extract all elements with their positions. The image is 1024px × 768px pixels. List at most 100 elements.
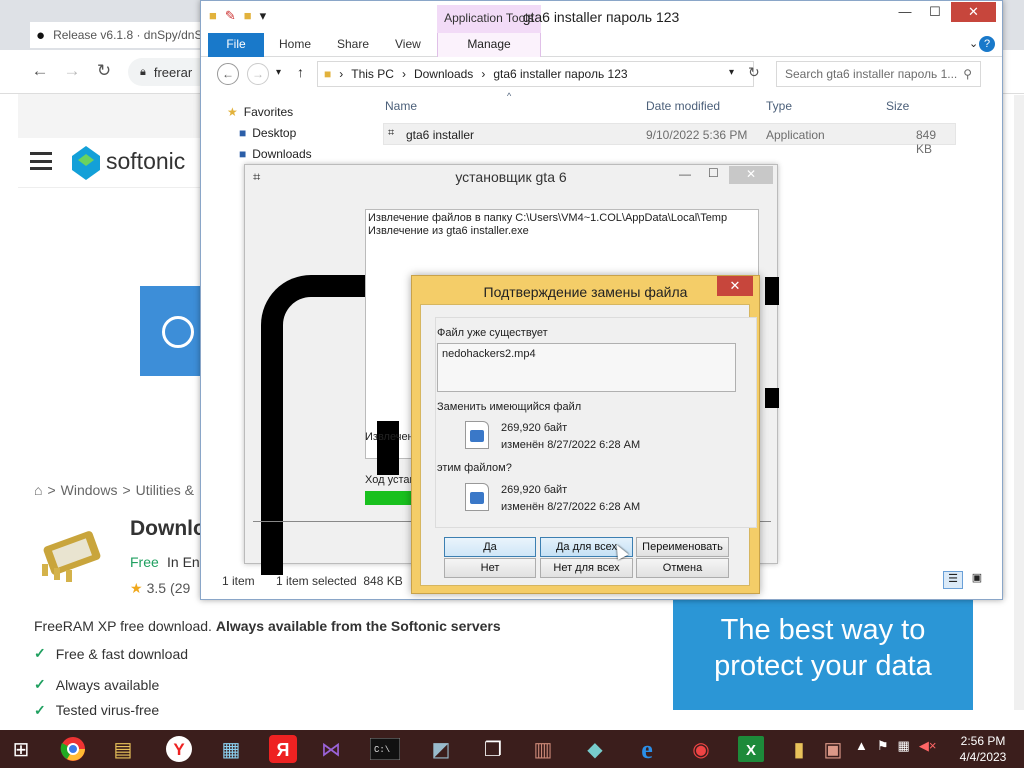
- clock[interactable]: 2:56 PM 4/4/2023: [950, 733, 1016, 765]
- column-size[interactable]: Size: [886, 99, 909, 113]
- graphic-bar: [765, 277, 779, 305]
- task-view-icon[interactable]: ❐: [476, 732, 510, 766]
- breadcrumb-utilities[interactable]: Utilities &: [136, 482, 194, 498]
- feature-item: ✓ Tested virus-free: [34, 704, 159, 716]
- promo-badge: [140, 286, 204, 376]
- no-button[interactable]: Нет: [444, 558, 536, 578]
- feature-item: ✓ Always available: [34, 676, 160, 693]
- up-arrow-icon[interactable]: ↑: [297, 64, 304, 80]
- status-selected: 1 item selected 848 KB: [276, 574, 403, 588]
- yandex-browser-icon[interactable]: Y: [162, 732, 196, 766]
- tab-share[interactable]: Share: [337, 37, 369, 51]
- address-dropdown-icon[interactable]: ▾: [729, 67, 734, 78]
- details-view-icon[interactable]: ☰: [943, 571, 963, 589]
- rename-button[interactable]: Переименовать: [636, 537, 729, 557]
- yandex-disk-icon[interactable]: ◉: [684, 732, 718, 766]
- nav-desktop[interactable]: ■ Desktop: [239, 126, 296, 140]
- column-type[interactable]: Type: [766, 99, 792, 113]
- application-icon: ⌗: [388, 127, 395, 139]
- back-icon[interactable]: ←: [30, 61, 50, 81]
- advertisement-banner[interactable]: The best way to protect your data: [673, 600, 973, 710]
- reload-icon[interactable]: ↻: [94, 61, 114, 81]
- flag-icon[interactable]: ⚑: [877, 738, 889, 754]
- tab-home[interactable]: Home: [279, 37, 311, 51]
- sort-ascending-icon: ^: [507, 91, 512, 101]
- network-app-icon[interactable]: ▦: [214, 732, 248, 766]
- rating: ★ 3.5 (29: [130, 580, 190, 597]
- file-row[interactable]: ⌗ gta6 installer 9/10/2022 5:36 PM Appli…: [383, 123, 956, 156]
- firewall-icon[interactable]: ▥: [526, 732, 560, 766]
- new-size: 269,920 байт: [501, 484, 568, 496]
- address-bar[interactable]: ■ › This PC › Downloads › gta6 installer…: [317, 61, 754, 87]
- performance-monitor-icon[interactable]: ◩: [424, 732, 458, 766]
- cancel-button[interactable]: Отмена: [636, 558, 729, 578]
- existing-modified: изменён 8/27/2022 6:28 AM: [501, 439, 641, 451]
- breadcrumb-this-pc[interactable]: This PC: [351, 67, 394, 81]
- notepad-icon[interactable]: ◆: [578, 732, 612, 766]
- search-icon: ⚲: [963, 67, 972, 81]
- browser-tab[interactable]: ● Release v6.1.8 · dnSpy/dnS: [30, 22, 210, 48]
- show-hidden-icons-icon[interactable]: ▲: [855, 738, 868, 754]
- tab-manage[interactable]: Manage: [437, 33, 541, 57]
- home-icon[interactable]: ⌂: [34, 482, 42, 498]
- help-icon[interactable]: ?: [979, 36, 995, 52]
- rating-value: 3.5: [146, 580, 167, 596]
- column-date-modified[interactable]: Date modified: [646, 99, 720, 113]
- ribbon-tabs: [201, 33, 1002, 57]
- chevron-down-icon[interactable]: ▾: [260, 8, 267, 24]
- file-explorer-icon[interactable]: ▤: [106, 732, 140, 766]
- search-input[interactable]: Search gta6 installer пароль 1... ⚲: [776, 61, 981, 87]
- svg-text:e: e: [641, 735, 653, 763]
- forward-icon[interactable]: →: [62, 61, 82, 81]
- no-to-all-button[interactable]: Нет для всех: [540, 558, 633, 578]
- nav-downloads[interactable]: ■ Downloads: [239, 147, 312, 161]
- archive-icon[interactable]: ▮: [782, 732, 816, 766]
- folder-icon[interactable]: ■: [209, 8, 217, 24]
- search-placeholder: Search gta6 installer пароль 1...: [785, 67, 958, 81]
- minimize-icon[interactable]: —: [679, 167, 691, 181]
- tab-view[interactable]: View: [395, 37, 421, 51]
- installer-taskbar-icon[interactable]: ▣: [816, 732, 850, 766]
- file-size: 849 KB: [916, 128, 937, 156]
- cmd-icon[interactable]: C:\: [368, 732, 402, 766]
- yandex-icon[interactable]: Я: [266, 732, 300, 766]
- chrome-icon[interactable]: [56, 732, 90, 766]
- maximize-icon[interactable]: ☐: [708, 166, 719, 180]
- yes-button[interactable]: Да: [444, 537, 536, 557]
- properties-icon[interactable]: ✎: [225, 8, 236, 24]
- star-icon: ★: [227, 105, 238, 119]
- browser-scrollbar[interactable]: [1014, 95, 1024, 710]
- volume-muted-icon[interactable]: ◀×: [919, 738, 937, 754]
- price-label: Free: [130, 554, 159, 570]
- close-icon[interactable]: ✕: [729, 166, 773, 184]
- close-icon[interactable]: ✕: [951, 2, 996, 22]
- maximize-icon[interactable]: ☐: [921, 3, 949, 23]
- network-icon[interactable]: ▦: [898, 738, 910, 754]
- breadcrumb-windows[interactable]: Windows: [61, 482, 118, 498]
- tab-file[interactable]: File: [208, 33, 264, 57]
- close-icon[interactable]: ✕: [717, 276, 753, 296]
- nav-favorites[interactable]: ★ Favorites: [227, 105, 293, 119]
- badge-icon: [162, 316, 194, 348]
- forward-arrow-icon[interactable]: →: [247, 63, 269, 85]
- excel-icon[interactable]: X: [734, 732, 768, 766]
- recent-locations-icon[interactable]: ▾: [276, 67, 281, 78]
- minimize-icon[interactable]: —: [891, 3, 919, 23]
- column-name[interactable]: Name: [385, 99, 417, 113]
- ribbon-expand-icon[interactable]: ⌄: [969, 37, 978, 50]
- graphic-block: [377, 421, 399, 475]
- breadcrumb-downloads[interactable]: Downloads: [414, 67, 473, 81]
- hamburger-menu-icon[interactable]: [30, 152, 52, 170]
- with-label: этим файлом?: [437, 462, 512, 474]
- language-label: In En: [167, 554, 200, 570]
- breadcrumb-folder[interactable]: gta6 installer пароль 123: [493, 67, 627, 81]
- internet-explorer-icon[interactable]: e: [630, 732, 664, 766]
- start-windows-icon[interactable]: ⊞: [4, 732, 38, 766]
- refresh-icon[interactable]: ↻: [748, 64, 760, 81]
- large-icons-view-icon[interactable]: ▣: [967, 571, 987, 589]
- softonic-logo-text[interactable]: softonic: [106, 148, 185, 175]
- graphic-bar: [765, 388, 779, 408]
- visual-studio-icon[interactable]: ⋈: [314, 732, 348, 766]
- back-arrow-icon[interactable]: ←: [217, 63, 239, 85]
- new-folder-icon[interactable]: ■: [244, 8, 252, 24]
